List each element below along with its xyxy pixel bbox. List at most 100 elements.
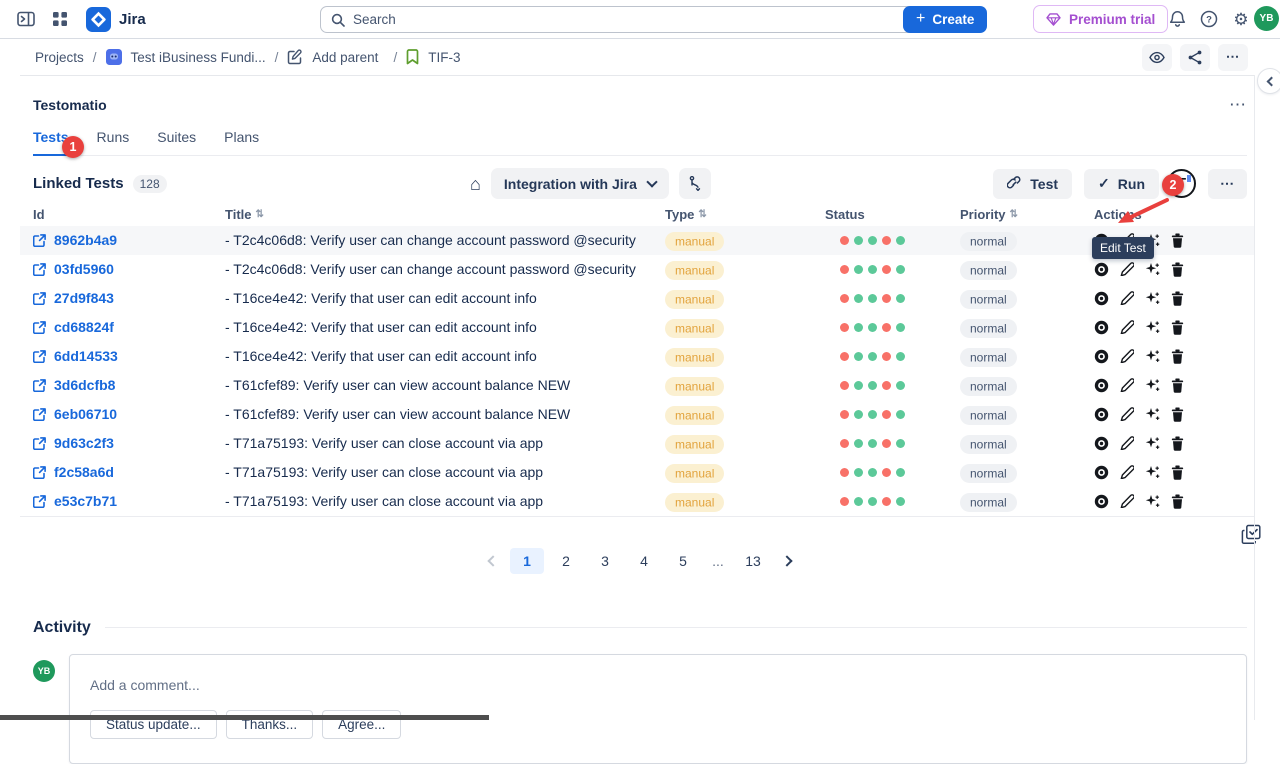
tab-suites[interactable]: Suites	[157, 129, 196, 155]
delete-test-button[interactable]	[1171, 320, 1184, 335]
pagination-prev-button[interactable]	[479, 548, 505, 574]
delete-test-button[interactable]	[1171, 465, 1184, 480]
table-row[interactable]: 27d9f843 - T16ce4e42: Verify that user c…	[20, 284, 1254, 313]
quick-reply-thanks[interactable]: Thanks...	[226, 710, 314, 739]
column-header-priority[interactable]: Priority⇅	[960, 207, 1094, 222]
delete-test-button[interactable]	[1171, 494, 1184, 509]
tab-runs[interactable]: Runs	[97, 129, 130, 155]
table-row[interactable]: 6dd14533 - T16ce4e42: Verify that user c…	[20, 342, 1254, 371]
table-row[interactable]: 6eb06710 - T61cfef89: Verify user can vi…	[20, 400, 1254, 429]
jira-brand[interactable]: Jira	[86, 7, 146, 32]
share-button[interactable]	[1180, 44, 1210, 71]
tab-plans[interactable]: Plans	[224, 129, 259, 155]
table-row[interactable]: 9d63c2f3 - T71a75193: Verify user can cl…	[20, 429, 1254, 458]
page-button-4[interactable]: 4	[627, 548, 661, 574]
ai-generate-button[interactable]	[1145, 407, 1160, 422]
help-button[interactable]: ?	[1196, 6, 1222, 32]
app-switcher-button[interactable]	[46, 5, 74, 33]
external-link-icon[interactable]	[33, 263, 46, 276]
test-id-link[interactable]: 9d63c2f3	[54, 435, 114, 451]
ai-generate-button[interactable]	[1145, 349, 1160, 364]
home-button[interactable]: ⌂	[470, 175, 481, 193]
ai-generate-button[interactable]	[1145, 262, 1160, 277]
ai-generate-button[interactable]	[1145, 378, 1160, 393]
external-link-icon[interactable]	[33, 234, 46, 247]
sidebar-toggle-button[interactable]	[12, 5, 40, 33]
branch-button[interactable]	[679, 168, 711, 199]
view-test-button[interactable]	[1094, 349, 1109, 364]
edit-test-button[interactable]	[1120, 349, 1134, 363]
external-link-icon[interactable]	[33, 379, 46, 392]
external-link-icon[interactable]	[33, 350, 46, 363]
table-row[interactable]: 3d6dcfb8 - T61cfef89: Verify user can vi…	[20, 371, 1254, 400]
page-button-1[interactable]: 1	[510, 548, 544, 574]
page-button-13[interactable]: 13	[736, 548, 770, 574]
breadcrumb-projects-link[interactable]: Projects	[35, 50, 84, 65]
ai-generate-button[interactable]	[1145, 465, 1160, 480]
breadcrumb-issue-key[interactable]: TIF-3	[428, 50, 460, 65]
ai-generate-button[interactable]	[1145, 436, 1160, 451]
table-row[interactable]: cd68824f - T16ce4e42: Verify that user c…	[20, 313, 1254, 342]
panel-toolbar-more-button[interactable]: ⋯	[1208, 169, 1247, 199]
panel-collapse-button[interactable]	[1257, 68, 1280, 94]
external-link-icon[interactable]	[33, 408, 46, 421]
more-actions-button[interactable]: ⋯	[1218, 44, 1248, 71]
view-test-button[interactable]	[1094, 291, 1109, 306]
panel-more-button[interactable]: ⋯	[1229, 95, 1247, 115]
quick-reply-status-update[interactable]: Status update...	[90, 710, 217, 739]
edit-test-button[interactable]	[1120, 262, 1134, 276]
view-test-button[interactable]	[1094, 407, 1109, 422]
table-row[interactable]: f2c58a6d - T71a75193: Verify user can cl…	[20, 458, 1254, 487]
breadcrumb-project-link[interactable]: Test iBusiness Fundi...	[131, 50, 266, 65]
test-id-link[interactable]: 27d9f843	[54, 290, 114, 306]
table-row[interactable]: 8962b4a9 - T2c4c06d8: Verify user can ch…	[20, 226, 1254, 255]
watch-button[interactable]	[1142, 44, 1172, 71]
delete-test-button[interactable]	[1171, 436, 1184, 451]
pagination-next-button[interactable]	[775, 548, 801, 574]
test-id-link[interactable]: 8962b4a9	[54, 232, 117, 248]
test-id-link[interactable]: e53c7b71	[54, 493, 117, 509]
view-test-button[interactable]	[1094, 262, 1109, 277]
notifications-button[interactable]	[1164, 6, 1190, 32]
delete-test-button[interactable]	[1171, 349, 1184, 364]
batch-select-button[interactable]	[1241, 524, 1262, 545]
external-link-icon[interactable]	[33, 495, 46, 508]
test-id-link[interactable]: 3d6dcfb8	[54, 377, 115, 393]
external-link-icon[interactable]	[33, 437, 46, 450]
page-button-5[interactable]: 5	[666, 548, 700, 574]
ai-generate-button[interactable]	[1145, 291, 1160, 306]
table-row[interactable]: 03fd5960 - T2c4c06d8: Verify user can ch…	[20, 255, 1254, 284]
external-link-icon[interactable]	[33, 292, 46, 305]
delete-test-button[interactable]	[1171, 378, 1184, 393]
create-button[interactable]: + Create	[903, 6, 987, 33]
test-id-link[interactable]: f2c58a6d	[54, 464, 114, 480]
view-test-button[interactable]	[1094, 465, 1109, 480]
page-button-3[interactable]: 3	[588, 548, 622, 574]
delete-test-button[interactable]	[1171, 407, 1184, 422]
edit-test-button[interactable]	[1120, 378, 1134, 392]
edit-test-button[interactable]	[1120, 407, 1134, 421]
view-test-button[interactable]	[1094, 494, 1109, 509]
test-id-link[interactable]: 6eb06710	[54, 406, 117, 422]
delete-test-button[interactable]	[1171, 291, 1184, 306]
edit-test-button[interactable]	[1120, 494, 1134, 508]
page-button-2[interactable]: 2	[549, 548, 583, 574]
delete-test-button[interactable]	[1171, 262, 1184, 277]
link-test-button[interactable]: Test	[993, 169, 1072, 199]
edit-test-button[interactable]	[1120, 320, 1134, 334]
branch-filter-dropdown[interactable]: Integration with Jira	[491, 168, 669, 199]
external-link-icon[interactable]	[33, 321, 46, 334]
edit-test-button[interactable]	[1120, 436, 1134, 450]
test-id-link[interactable]: 6dd14533	[54, 348, 118, 364]
table-row[interactable]: e53c7b71 - T71a75193: Verify user can cl…	[20, 487, 1254, 516]
ai-generate-button[interactable]	[1145, 320, 1160, 335]
edit-test-button[interactable]	[1120, 465, 1134, 479]
view-test-button[interactable]	[1094, 378, 1109, 393]
external-link-icon[interactable]	[33, 466, 46, 479]
column-header-title[interactable]: Title⇅	[225, 207, 665, 222]
breadcrumb-add-parent-link[interactable]: Add parent	[312, 50, 378, 65]
premium-trial-button[interactable]: Premium trial	[1033, 5, 1168, 33]
test-id-link[interactable]: cd68824f	[54, 319, 114, 335]
view-test-button[interactable]	[1094, 320, 1109, 335]
settings-button[interactable]: ⚙	[1228, 6, 1254, 32]
